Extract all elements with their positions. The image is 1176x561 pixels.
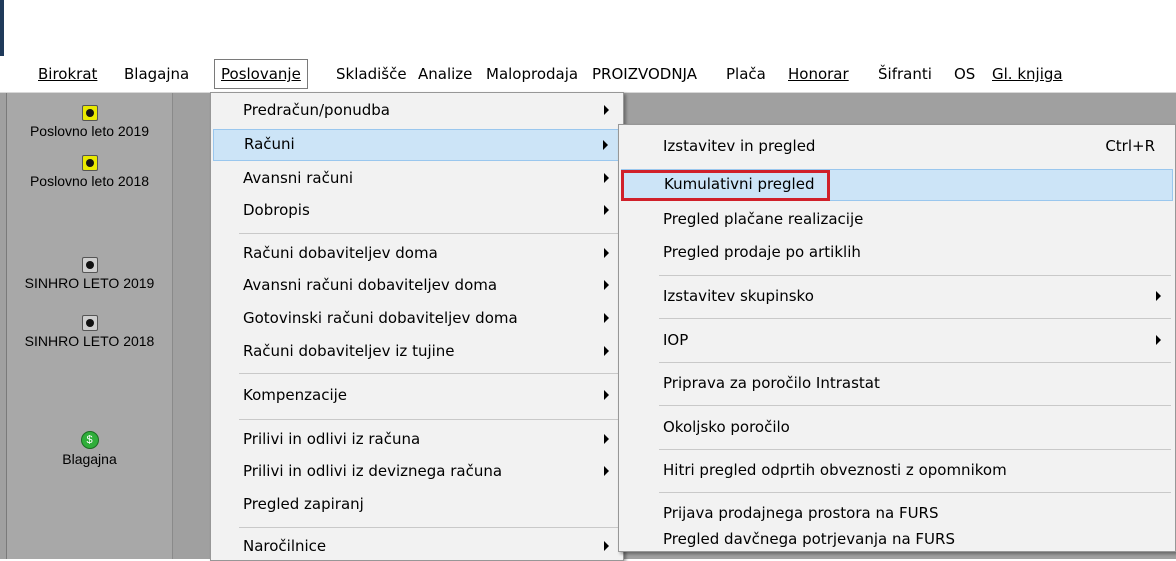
menu-item-izstavitev-in-pregled[interactable]: Izstavitev in pregled Ctrl+R xyxy=(621,131,1173,161)
menu-honorar[interactable]: Honorar xyxy=(782,60,855,88)
menu-item-okoljsko-porocilo[interactable]: Okoljsko poročilo xyxy=(621,412,1173,442)
eye-icon xyxy=(81,155,98,171)
menu-analize[interactable]: Analize xyxy=(412,60,478,88)
eye-icon xyxy=(81,105,98,121)
menu-item-kumulativni-pregled[interactable]: Kumulativni pregled xyxy=(621,169,1173,201)
left-panel: Poslovno leto 2019 Poslovno leto 2018 SI… xyxy=(6,93,173,559)
menu-maloprodaja[interactable]: Maloprodaja xyxy=(480,60,584,88)
submenu-arrow-icon xyxy=(604,105,609,115)
menu-skladisce[interactable]: Skladišče xyxy=(330,60,413,88)
submenu-arrow-icon xyxy=(604,205,609,215)
menu-os[interactable]: OS xyxy=(948,60,981,88)
menu-separator xyxy=(239,233,619,234)
menu-separator xyxy=(239,527,619,528)
menu-item-prijava-prodajnega-prostora[interactable]: Prijava prodajnega prostora na FURS xyxy=(621,498,1173,528)
menu-separator xyxy=(659,362,1171,363)
left-item-poslovno-leto-2018[interactable]: Poslovno leto 2018 xyxy=(7,155,172,189)
menu-item-pregled-placane-realizacije[interactable]: Pregled plačane realizacije xyxy=(621,204,1173,234)
menu-item-intrastat[interactable]: Priprava za poročilo Intrastat xyxy=(621,368,1173,398)
eye-icon xyxy=(81,315,98,331)
submenu-arrow-icon xyxy=(1156,335,1161,345)
menu-blagajna[interactable]: Blagajna xyxy=(118,60,195,88)
menu-item-racuni-dobaviteljev-doma[interactable]: Računi dobaviteljev doma xyxy=(213,238,621,268)
menu-item-pregled-davcnega-potrjevanja[interactable]: Pregled davčnega potrjevanja na FURS xyxy=(621,528,1173,550)
menu-item-avansni-racuni[interactable]: Avansni računi xyxy=(213,163,621,193)
menu-poslovanje[interactable]: Poslovanje xyxy=(214,59,308,89)
submenu-arrow-icon xyxy=(604,248,609,258)
menu-item-izstavitev-skupinsko[interactable]: Izstavitev skupinsko xyxy=(621,281,1173,311)
menu-item-predracun[interactable]: Predračun/ponudba xyxy=(213,95,621,125)
menu-item-pregled-prodaje-po-artiklih[interactable]: Pregled prodaje po artiklih xyxy=(621,237,1173,267)
menu-item-iop[interactable]: IOP xyxy=(621,325,1173,355)
menu-separator xyxy=(239,373,619,374)
menu-separator xyxy=(659,405,1171,406)
menu-gl-knjiga[interactable]: Gl. knjiga xyxy=(986,60,1069,88)
menu-item-racuni-iz-tujine[interactable]: Računi dobaviteljev iz tujine xyxy=(213,336,621,366)
menu-separator xyxy=(659,492,1171,493)
menu-item-avansni-racuni-dobaviteljev[interactable]: Avansni računi dobaviteljev doma xyxy=(213,270,621,300)
menu-item-dobropis[interactable]: Dobropis xyxy=(213,195,621,225)
menubar: Birokrat Blagajna Poslovanje Skladišče A… xyxy=(0,56,1176,93)
submenu-arrow-icon xyxy=(604,173,609,183)
menu-item-gotovinski-racuni[interactable]: Gotovinski računi dobaviteljev doma xyxy=(213,303,621,333)
left-item-poslovno-leto-2019[interactable]: Poslovno leto 2019 xyxy=(7,105,172,139)
submenu-arrow-icon xyxy=(603,140,608,150)
left-item-blagajna[interactable]: $ Blagajna xyxy=(7,431,172,467)
menu-item-prilivi-odlivi-devizni[interactable]: Prilivi in odlivi iz deviznega računa xyxy=(213,456,621,486)
menu-placa[interactable]: Plača xyxy=(720,60,772,88)
submenu-arrow-icon xyxy=(604,434,609,444)
menu-item-racuni[interactable]: Računi xyxy=(213,129,621,161)
submenu-arrow-icon xyxy=(1156,291,1161,301)
racuni-submenu: Izstavitev in pregled Ctrl+R Kumulativni … xyxy=(618,124,1176,552)
submenu-arrow-icon xyxy=(604,280,609,290)
menu-separator xyxy=(659,449,1171,450)
submenu-arrow-icon xyxy=(604,390,609,400)
submenu-arrow-icon xyxy=(604,313,609,323)
menu-item-narocilnice[interactable]: Naročilnice xyxy=(213,531,621,561)
menu-birokrat[interactable]: Birokrat xyxy=(32,60,103,88)
menu-proizvodnja[interactable]: PROIZVODNJA xyxy=(586,60,703,88)
submenu-arrow-icon xyxy=(604,466,609,476)
submenu-arrow-icon xyxy=(604,346,609,356)
menu-item-hitri-pregled[interactable]: Hitri pregled odprtih obveznosti z opomn… xyxy=(621,455,1173,485)
shortcut-label: Ctrl+R xyxy=(1105,137,1155,155)
menu-separator xyxy=(239,419,619,420)
poslovanje-menu: Predračun/ponudba Računi Avansni računi … xyxy=(210,92,624,561)
submenu-arrow-icon xyxy=(604,541,609,551)
menu-sifranti[interactable]: Šifranti xyxy=(872,60,938,88)
menu-item-prilivi-odlivi[interactable]: Prilivi in odlivi iz računa xyxy=(213,424,621,454)
left-item-sinhro-leto-2019[interactable]: SINHRO LETO 2019 xyxy=(7,257,172,291)
menu-item-kompenzacije[interactable]: Kompenzacije xyxy=(213,380,621,410)
menu-separator xyxy=(659,318,1171,319)
menu-separator xyxy=(659,275,1171,276)
left-item-sinhro-leto-2018[interactable]: SINHRO LETO 2018 xyxy=(7,315,172,349)
eye-icon xyxy=(81,257,98,273)
menu-item-pregled-zapiranj[interactable]: Pregled zapiranj xyxy=(213,489,621,519)
money-icon: $ xyxy=(80,431,99,449)
